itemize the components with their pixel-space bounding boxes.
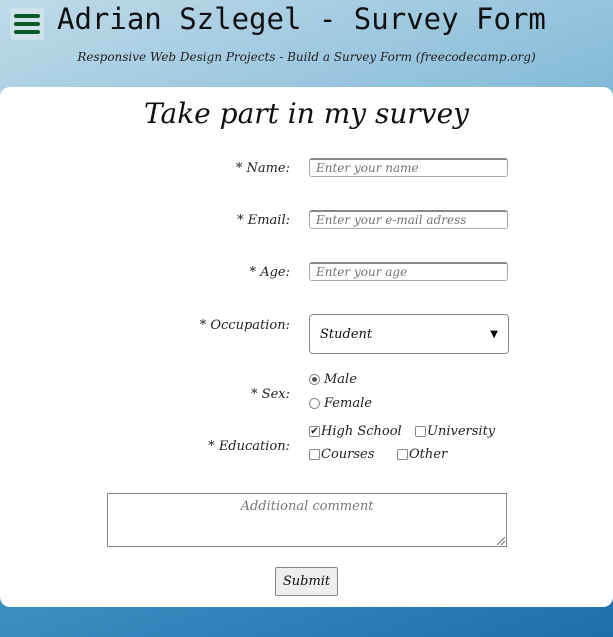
education-option-other[interactable]: Other [397, 447, 447, 462]
education-option-courses[interactable]: Courses [309, 447, 374, 462]
survey-card: Take part in my survey * Name: * Email: … [0, 87, 613, 607]
sex-option-label: Male [324, 372, 357, 387]
education-option-label: Other [409, 447, 448, 462]
radio-button[interactable] [309, 398, 320, 409]
education-option-high-school[interactable]: ✔ High School [309, 424, 402, 439]
name-label: * Name: [235, 161, 290, 176]
education-option-label: High School [321, 424, 402, 439]
submit-button[interactable]: Submit [275, 567, 338, 596]
checkbox-checked[interactable]: ✔ [309, 426, 320, 437]
menu-bar [14, 30, 40, 34]
sex-option-female[interactable]: Female [309, 396, 372, 411]
form-title: Take part in my survey [144, 97, 469, 130]
menu-bar [14, 14, 40, 18]
occupation-label: * Occupation: [199, 318, 290, 333]
email-label: * Email: [237, 213, 290, 228]
comment-placeholder: Additional comment [240, 499, 374, 514]
education-option-label: University [427, 424, 496, 439]
site-subtitle: Responsive Web Design Projects - Build a… [77, 50, 536, 64]
menu-bar [14, 22, 40, 26]
age-input[interactable] [309, 262, 508, 281]
comment-textarea[interactable]: Additional comment [107, 493, 507, 547]
checkbox[interactable] [397, 449, 408, 460]
sex-option-label: Female [324, 396, 372, 411]
checkbox[interactable] [415, 426, 426, 437]
chevron-down-icon: ▼ [490, 328, 498, 340]
site-title: Adrian Szlegel - Survey Form [57, 2, 546, 36]
checkbox[interactable] [309, 449, 320, 460]
occupation-select[interactable]: Student ▼ [309, 314, 509, 354]
resize-handle-icon[interactable] [497, 537, 505, 545]
email-input[interactable] [309, 210, 508, 229]
education-option-label: Courses [321, 447, 375, 462]
age-label: * Age: [249, 265, 290, 280]
name-input[interactable] [309, 158, 508, 177]
radio-button[interactable] [309, 374, 320, 385]
sex-label: * Sex: [251, 387, 290, 402]
occupation-value: Student [320, 326, 373, 342]
education-option-university[interactable]: University [415, 424, 495, 439]
sex-option-male[interactable]: Male [309, 372, 357, 387]
education-label: * Education: [208, 439, 290, 454]
hamburger-menu-icon[interactable] [10, 8, 44, 40]
